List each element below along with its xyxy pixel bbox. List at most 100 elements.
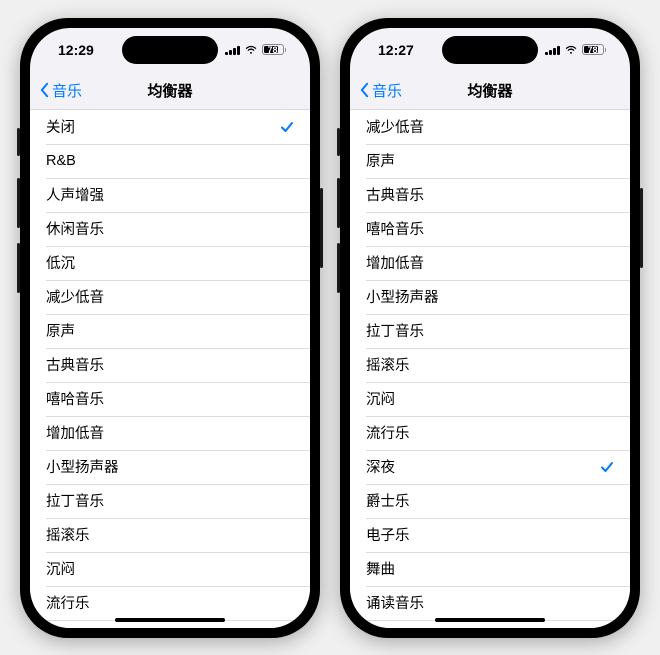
side-button xyxy=(320,188,323,268)
eq-option-row[interactable]: 原声 xyxy=(30,314,310,348)
back-button[interactable]: 音乐 xyxy=(360,80,402,101)
dynamic-island xyxy=(442,36,538,64)
nav-title: 均衡器 xyxy=(147,80,192,101)
eq-option-label: 流行乐 xyxy=(46,592,90,613)
eq-option-row[interactable]: 嘻哈音乐 xyxy=(30,382,310,416)
eq-option-row[interactable]: 小型扬声器 xyxy=(30,450,310,484)
eq-option-label: 原声 xyxy=(366,150,395,171)
battery-icon: 78 xyxy=(262,44,287,55)
back-label: 音乐 xyxy=(372,80,402,101)
side-button xyxy=(640,188,643,268)
side-button xyxy=(337,128,340,156)
side-button xyxy=(17,243,20,293)
eq-option-label: 增加低音 xyxy=(46,422,104,443)
side-button xyxy=(337,178,340,228)
eq-option-label: 爵士乐 xyxy=(366,490,410,511)
eq-option-label: 古典音乐 xyxy=(46,354,104,375)
screen: 12:27 78 音乐 均衡器 减少低音原声古典音乐嘻哈音乐增加低音小型扬声器拉… xyxy=(350,28,630,628)
chevron-left-icon xyxy=(40,82,49,98)
eq-option-label: 钢琴曲 xyxy=(366,626,410,628)
eq-option-label: 舞曲 xyxy=(366,558,395,579)
eq-option-label: 沉闷 xyxy=(46,558,75,579)
eq-option-label: 减少低音 xyxy=(46,286,104,307)
nav-bar: 音乐 均衡器 xyxy=(350,72,630,110)
eq-option-label: 拉丁音乐 xyxy=(366,320,424,341)
nav-title: 均衡器 xyxy=(467,80,512,101)
eq-option-label: 沉闷 xyxy=(366,388,395,409)
side-button xyxy=(17,128,20,156)
eq-option-row[interactable]: 沉闷 xyxy=(30,552,310,586)
eq-option-row[interactable]: 深夜 xyxy=(350,450,630,484)
eq-option-label: 诵读音乐 xyxy=(366,592,424,613)
status-right: 78 xyxy=(225,44,286,55)
side-button xyxy=(337,243,340,293)
eq-option-row[interactable]: 电子乐 xyxy=(350,518,630,552)
eq-option-row[interactable]: 流行乐 xyxy=(30,586,310,620)
eq-option-label: R&B xyxy=(46,153,76,169)
iphone-frame-right: 12:27 78 音乐 均衡器 减少低音原声古典音乐嘻哈音乐增加低音小型扬声器拉… xyxy=(340,18,640,638)
eq-option-label: 拉丁音乐 xyxy=(46,490,104,511)
eq-option-row[interactable]: 增加低音 xyxy=(350,246,630,280)
checkmark-icon xyxy=(280,120,294,134)
status-time: 12:29 xyxy=(58,42,94,58)
eq-option-label: 小型扬声器 xyxy=(46,456,119,477)
eq-list[interactable]: 关闭 R&B 人声增强休闲音乐低沉减少低音原声古典音乐嘻哈音乐增加低音小型扬声器拉丁… xyxy=(30,110,310,628)
eq-option-label: 摇滚乐 xyxy=(366,354,410,375)
wifi-icon xyxy=(564,45,578,55)
eq-option-row[interactable]: 拉丁音乐 xyxy=(30,484,310,518)
iphone-frame-left: 12:29 78 音乐 均衡器 关闭 R&B 人声增强休闲音乐低沉减少低音原声古典音… xyxy=(20,18,320,638)
eq-option-label: 人声增强 xyxy=(46,184,104,205)
home-indicator[interactable] xyxy=(435,618,545,622)
eq-option-row[interactable]: 小型扬声器 xyxy=(350,280,630,314)
back-label: 音乐 xyxy=(52,80,82,101)
eq-option-row[interactable]: 摇滚乐 xyxy=(30,518,310,552)
status-time: 12:27 xyxy=(378,42,414,58)
side-button xyxy=(17,178,20,228)
eq-option-row[interactable]: R&B xyxy=(30,144,310,178)
eq-option-label: 嘻哈音乐 xyxy=(366,218,424,239)
eq-option-label: 深夜 xyxy=(366,456,395,477)
eq-option-label: 古典音乐 xyxy=(366,184,424,205)
eq-option-row[interactable]: 减少低音 xyxy=(350,110,630,144)
battery-icon: 78 xyxy=(582,44,607,55)
eq-option-row[interactable]: 沉闷 xyxy=(350,382,630,416)
nav-bar: 音乐 均衡器 xyxy=(30,72,310,110)
eq-option-row[interactable]: 诵读音乐 xyxy=(350,586,630,620)
eq-option-row[interactable]: 减少低音 xyxy=(30,280,310,314)
eq-option-label: 原声 xyxy=(46,320,75,341)
eq-option-label: 摇滚乐 xyxy=(46,524,90,545)
eq-option-label: 关闭 xyxy=(46,116,75,137)
wifi-icon xyxy=(244,45,258,55)
eq-option-row[interactable]: 人声增强 xyxy=(30,178,310,212)
dynamic-island xyxy=(122,36,218,64)
home-indicator[interactable] xyxy=(115,618,225,622)
back-button[interactable]: 音乐 xyxy=(40,80,82,101)
eq-option-row[interactable]: 舞曲 xyxy=(350,552,630,586)
eq-option-row[interactable]: 低沉 xyxy=(30,246,310,280)
checkmark-icon xyxy=(600,460,614,474)
eq-option-row[interactable]: 摇滚乐 xyxy=(350,348,630,382)
eq-option-label: 流行乐 xyxy=(366,422,410,443)
eq-option-label: 嘻哈音乐 xyxy=(46,388,104,409)
chevron-left-icon xyxy=(360,82,369,98)
eq-option-label: 增加低音 xyxy=(366,252,424,273)
eq-option-row[interactable]: 古典音乐 xyxy=(350,178,630,212)
cellular-icon xyxy=(545,45,560,55)
eq-option-label: 深夜 xyxy=(46,626,75,628)
eq-option-row[interactable]: 休闲音乐 xyxy=(30,212,310,246)
eq-option-label: 电子乐 xyxy=(366,524,410,545)
eq-option-row[interactable]: 流行乐 xyxy=(350,416,630,450)
eq-option-row[interactable]: 爵士乐 xyxy=(350,484,630,518)
eq-option-row[interactable]: 增加低音 xyxy=(30,416,310,450)
eq-list[interactable]: 减少低音原声古典音乐嘻哈音乐增加低音小型扬声器拉丁音乐摇滚乐沉闷流行乐深夜爵士乐… xyxy=(350,110,630,628)
status-right: 78 xyxy=(545,44,606,55)
eq-option-row[interactable]: 嘻哈音乐 xyxy=(350,212,630,246)
eq-option-row[interactable]: 拉丁音乐 xyxy=(350,314,630,348)
eq-option-label: 小型扬声器 xyxy=(366,286,439,307)
eq-option-row[interactable]: 关闭 xyxy=(30,110,310,144)
eq-option-row[interactable]: 原声 xyxy=(350,144,630,178)
eq-option-row[interactable]: 古典音乐 xyxy=(30,348,310,382)
screen: 12:29 78 音乐 均衡器 关闭 R&B 人声增强休闲音乐低沉减少低音原声古典音… xyxy=(30,28,310,628)
eq-option-label: 减少低音 xyxy=(366,116,424,137)
eq-option-label: 休闲音乐 xyxy=(46,218,104,239)
